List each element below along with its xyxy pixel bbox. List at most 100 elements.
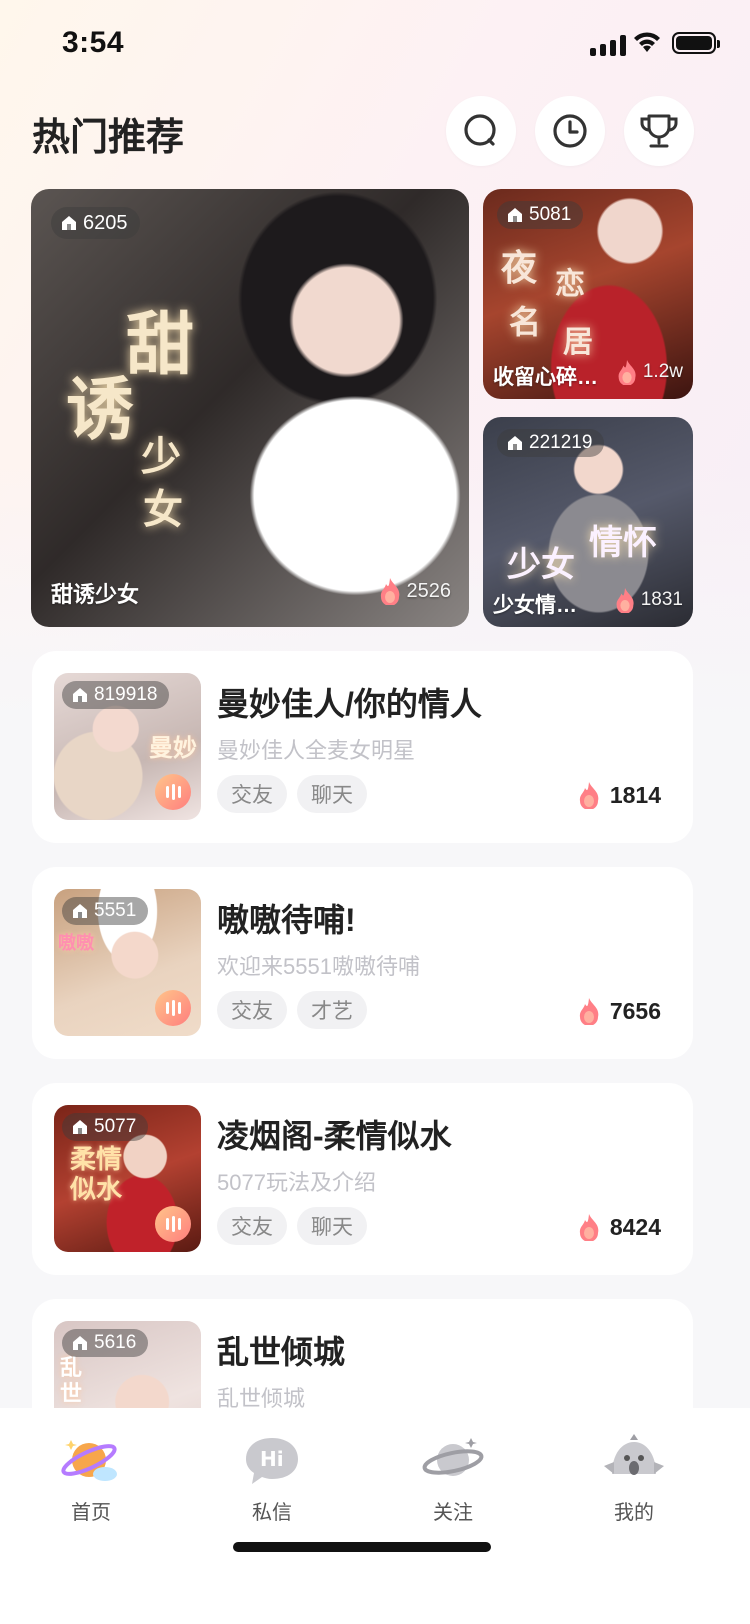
- room-id-badge: 5081: [497, 201, 584, 229]
- flame-icon: [380, 578, 399, 605]
- room-tag: 交友: [217, 991, 287, 1029]
- home-planet-icon: [61, 1440, 117, 1481]
- room-title: 嗷嗷待哺!: [217, 902, 356, 938]
- thumb-art-title: 乱世: [60, 1355, 83, 1407]
- room-tags: 交友 聊天: [217, 1207, 367, 1245]
- live-audio-icon: [155, 1206, 191, 1242]
- card-art-title: 情怀: [589, 523, 657, 563]
- card-art-title: 夜: [501, 247, 538, 289]
- history-clock-icon: [553, 114, 587, 148]
- featured-card-small[interactable]: 夜 恋 名 居 5081 收留心碎… 1.2w: [483, 189, 693, 399]
- room-thumbnail: 柔情似水 5077: [54, 1105, 201, 1252]
- flame-icon: [579, 998, 599, 1025]
- room-tags: 交友 才艺: [217, 991, 367, 1029]
- room-tag: 聊天: [297, 775, 367, 813]
- heat-count: 2526: [377, 577, 452, 605]
- house-icon: [73, 1120, 87, 1134]
- heat-value: 1814: [609, 781, 661, 808]
- nav-item-profile[interactable]: 我的: [574, 1432, 694, 1525]
- flame-icon: [618, 360, 636, 385]
- bottom-nav: 首页 Hi 私信 关注 我的: [0, 1408, 750, 1624]
- card-art-title: 居: [563, 325, 593, 360]
- heat-count: 8424: [576, 1213, 661, 1241]
- house-icon: [62, 216, 76, 230]
- featured-card-small[interactable]: 少女 情怀 221219 少女情… 1831: [483, 417, 693, 627]
- heat-value: 8424: [609, 1213, 661, 1240]
- nav-item-home[interactable]: 首页: [31, 1432, 151, 1525]
- nav-label: 私信: [252, 1502, 292, 1524]
- room-id-text: 819918: [94, 684, 158, 705]
- status-time: 3:54: [62, 26, 125, 59]
- room-id-text: 5551: [94, 900, 137, 921]
- room-thumbnail: 嗷嗷 5551: [54, 889, 201, 1036]
- nav-label: 关注: [433, 1502, 473, 1524]
- card-art-title: 少: [141, 433, 181, 480]
- search-button[interactable]: [446, 96, 516, 166]
- room-thumbnail: 曼妙 819918: [54, 673, 201, 820]
- room-subtitle: 欢迎来5551嗷嗷待哺: [217, 954, 420, 979]
- room-id-text: 221219: [529, 432, 593, 453]
- thumb-art-title: 嗷嗷: [58, 933, 94, 954]
- room-list-item[interactable]: 嗷嗷 5551 嗷嗷待哺! 欢迎来5551嗷嗷待哺 交友 才艺 7656: [32, 867, 693, 1059]
- card-art-title: 甜: [126, 305, 195, 385]
- nav-item-follow[interactable]: 关注: [393, 1432, 513, 1525]
- house-icon: [508, 208, 522, 222]
- live-audio-icon: [155, 990, 191, 1026]
- room-title: 凌烟阁-柔情似水: [217, 1118, 452, 1154]
- card-art-title: 女: [143, 486, 183, 533]
- hi-chat-icon: Hi: [246, 1438, 298, 1484]
- card-title: 甜诱少女: [51, 582, 140, 607]
- nav-item-messages[interactable]: Hi 私信: [212, 1432, 332, 1525]
- room-subtitle: 曼妙佳人全麦女明星: [217, 738, 416, 763]
- live-audio-icon: [155, 774, 191, 810]
- trophy-icon: [640, 114, 678, 148]
- room-id-badge: 5077: [62, 1113, 149, 1141]
- room-id-text: 5616: [94, 1332, 137, 1353]
- bird-profile-icon: [604, 1434, 664, 1475]
- room-id-badge: 221219: [497, 429, 605, 457]
- card-art-title: 恋: [555, 267, 585, 302]
- heat-value: 1.2w: [642, 361, 683, 382]
- flame-icon: [579, 782, 599, 809]
- room-tag: 才艺: [297, 991, 367, 1029]
- house-icon: [73, 688, 87, 702]
- heat-count: 1831: [613, 587, 683, 613]
- room-title: 乱世倾城: [217, 1334, 346, 1370]
- card-art-title: 少女: [507, 545, 575, 585]
- house-icon: [508, 436, 522, 450]
- room-subtitle: 5077玩法及介绍: [217, 1170, 376, 1195]
- room-tag: 交友: [217, 1207, 287, 1245]
- card-art-title: 名: [509, 303, 542, 341]
- house-icon: [73, 1336, 87, 1350]
- status-bar: 3:54: [0, 0, 750, 90]
- ranking-button[interactable]: [624, 96, 694, 166]
- room-title: 曼妙佳人/你的情人: [217, 686, 482, 722]
- room-tag: 聊天: [297, 1207, 367, 1245]
- room-id-badge: 5551: [62, 897, 149, 925]
- heat-value: 1831: [640, 589, 683, 610]
- thumb-art-title: 柔情似水: [70, 1145, 123, 1205]
- heat-count: 1.2w: [615, 359, 683, 385]
- planet-follow-icon: [422, 1438, 484, 1476]
- flame-icon: [616, 588, 634, 613]
- card-title: 少女情…: [493, 594, 577, 617]
- wifi-icon: [634, 32, 660, 52]
- heat-value: 7656: [609, 997, 661, 1024]
- page-title: 热门推荐: [32, 117, 185, 159]
- room-tag: 交友: [217, 775, 287, 813]
- svg-text:Hi: Hi: [260, 1447, 284, 1471]
- home-indicator[interactable]: [233, 1542, 491, 1552]
- heat-value: 2526: [406, 579, 452, 602]
- history-button[interactable]: [535, 96, 605, 166]
- thumb-art-title: 曼妙: [149, 733, 197, 762]
- cellular-signal-icon: [590, 34, 626, 56]
- flame-icon: [579, 1214, 599, 1241]
- room-list-item[interactable]: 曼妙 819918 曼妙佳人/你的情人 曼妙佳人全麦女明星 交友 聊天 1814: [32, 651, 693, 843]
- room-id-text: 6205: [83, 211, 128, 234]
- room-list-item[interactable]: 柔情似水 5077 凌烟阁-柔情似水 5077玩法及介绍 交友 聊天 8424: [32, 1083, 693, 1275]
- house-icon: [73, 904, 87, 918]
- room-id-badge: 5616: [62, 1329, 149, 1357]
- heat-count: 7656: [576, 997, 661, 1025]
- battery-icon: [672, 32, 720, 54]
- featured-card-large[interactable]: 甜 诱 少 女 6205 甜诱少女 2526: [31, 189, 469, 627]
